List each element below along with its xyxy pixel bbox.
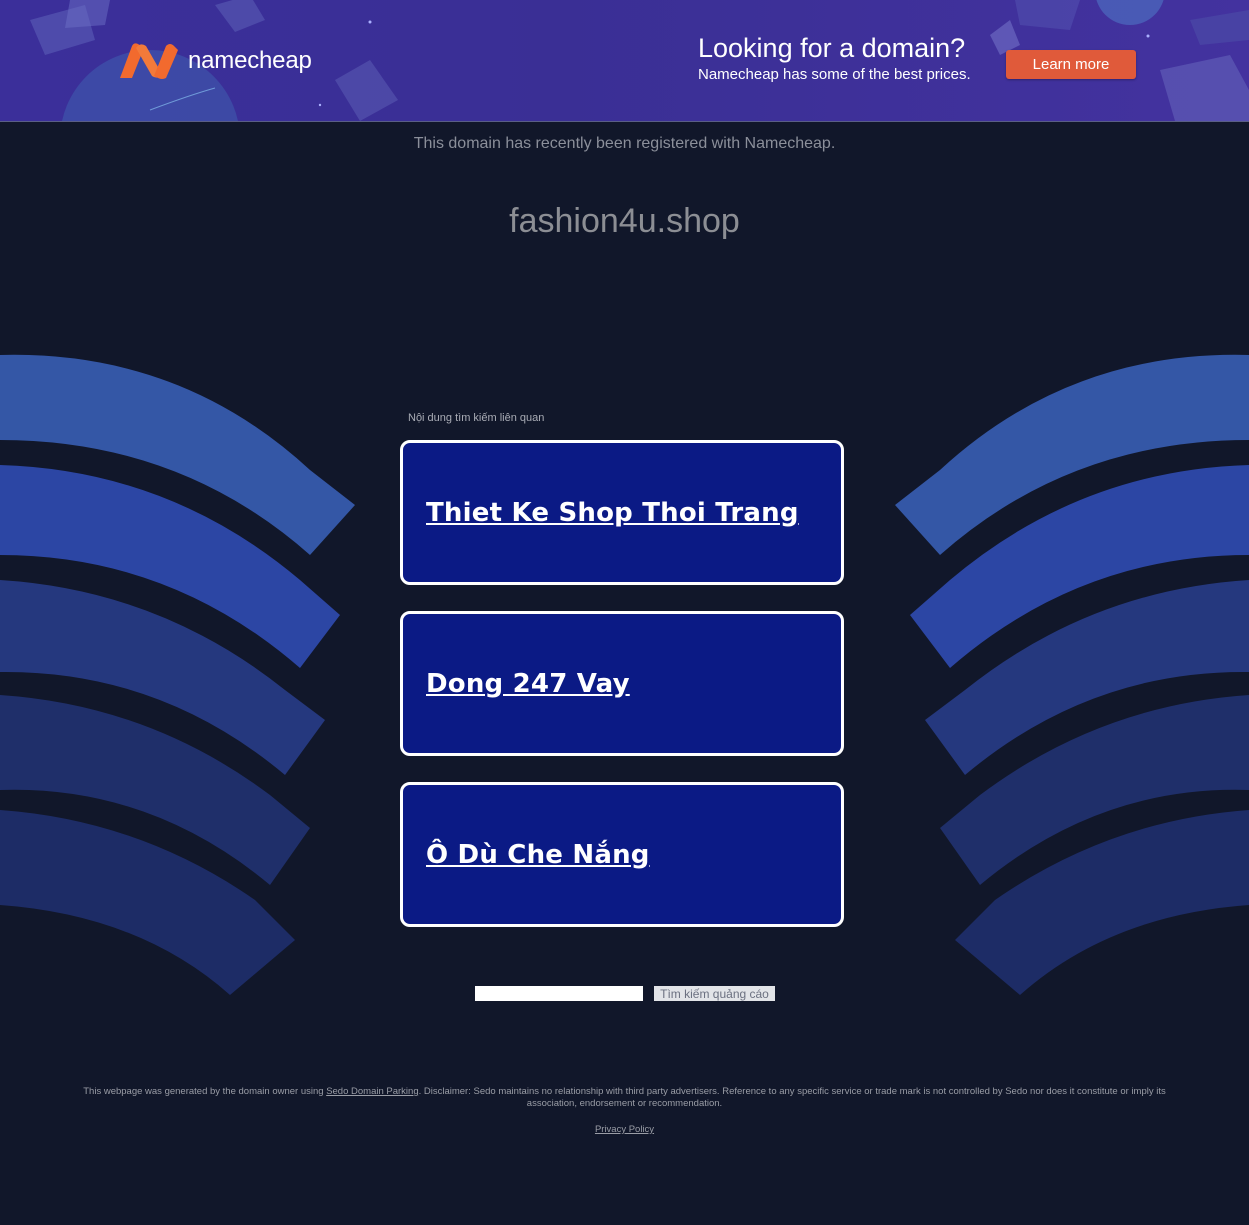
ad-card[interactable]: Ô Dù Che Nắng bbox=[400, 782, 844, 927]
logo-text: namecheap bbox=[188, 47, 312, 74]
ad-link[interactable]: Dong 247 Vay bbox=[426, 669, 630, 699]
domain-name: fashion4u.shop bbox=[509, 202, 740, 240]
namecheap-logo-icon bbox=[120, 43, 178, 79]
ad-link[interactable]: Ô Dù Che Nắng bbox=[426, 840, 650, 870]
related-searches-label: Nội dung tìm kiếm liên quan bbox=[408, 412, 545, 424]
promo-text: Looking for a domain? Namecheap has some… bbox=[698, 32, 971, 83]
disclaimer-prefix: This webpage was generated by the domain… bbox=[83, 1086, 324, 1097]
ad-link[interactable]: Thiet Ke Shop Thoi Trang bbox=[426, 498, 799, 528]
learn-more-button[interactable]: Learn more bbox=[1006, 50, 1136, 79]
namecheap-banner[interactable]: namecheap Looking for a domain? Namechea… bbox=[0, 0, 1249, 122]
parking-page: namecheap Looking for a domain? Namechea… bbox=[0, 0, 1249, 1225]
promo-title: Looking for a domain? bbox=[698, 33, 966, 63]
sedo-parking-link[interactable]: Sedo Domain Parking bbox=[326, 1086, 418, 1097]
footer-disclaimer: This webpage was generated by the domain… bbox=[70, 1086, 1179, 1110]
namecheap-logo[interactable]: namecheap bbox=[118, 42, 312, 80]
promo-subtitle: Namecheap has some of the best prices. bbox=[698, 66, 971, 83]
registered-notice: This domain has recently been registered… bbox=[413, 135, 836, 152]
search-input[interactable] bbox=[475, 986, 643, 1001]
ad-card[interactable]: Dong 247 Vay bbox=[400, 611, 844, 756]
ad-card[interactable]: Thiet Ke Shop Thoi Trang bbox=[400, 440, 844, 585]
search-ads-button[interactable]: Tìm kiếm quảng cáo bbox=[654, 986, 775, 1001]
disclaimer-suffix: . Disclaimer: Sedo maintains no relation… bbox=[418, 1086, 1166, 1109]
privacy-policy-link[interactable]: Privacy Policy bbox=[0, 1124, 1249, 1135]
